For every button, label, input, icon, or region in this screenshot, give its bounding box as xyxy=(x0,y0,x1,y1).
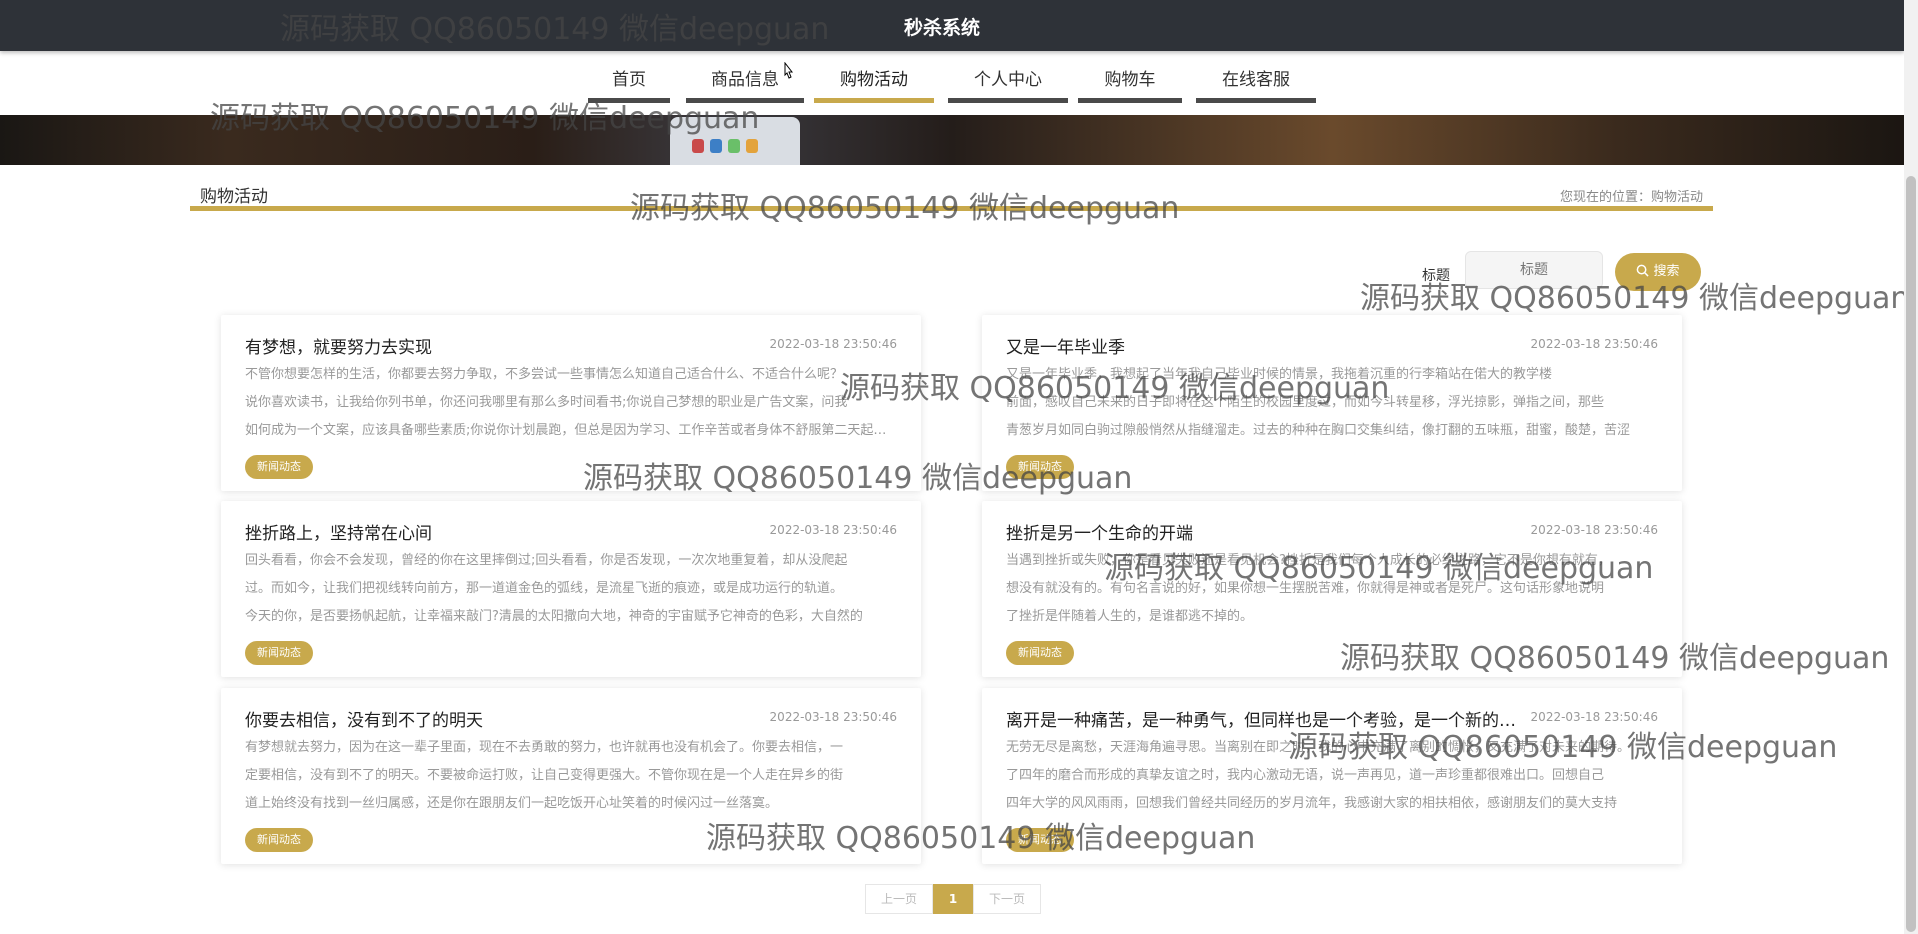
search-button-label: 搜索 xyxy=(1653,264,1680,279)
page-number-current[interactable]: 1 xyxy=(933,884,973,914)
news-title[interactable]: 你要去相信，没有到不了的明天 xyxy=(245,706,765,731)
prev-page-button[interactable]: 上一页 xyxy=(865,884,933,914)
nav-item-profile[interactable]: 个人中心 xyxy=(948,60,1068,103)
news-excerpt: 无劳无尽是离愁，天涯海角遍寻思。当离别在即之时，我的心中充满了离别的惆怅，又充满… xyxy=(1006,740,1631,811)
news-card[interactable]: 挫折是另一个生命的开端 2022-03-18 23:50:46 当遇到挫折或失败… xyxy=(982,501,1682,677)
news-title[interactable]: 有梦想，就要努力去实现 xyxy=(245,333,765,358)
news-tag[interactable]: 新闻动态 xyxy=(245,455,313,479)
search-button[interactable]: 搜索 xyxy=(1615,253,1701,291)
news-date: 2022-03-18 23:50:46 xyxy=(769,523,897,537)
section-title: 购物活动 xyxy=(200,187,268,207)
news-date: 2022-03-18 23:50:46 xyxy=(1530,337,1658,351)
news-title[interactable]: 又是一年毕业季 xyxy=(1006,333,1526,358)
news-tag[interactable]: 新闻动态 xyxy=(245,641,313,665)
main-nav: 首页 商品信息 购物活动 个人中心 购物车 在线客服 xyxy=(0,60,1904,107)
news-card[interactable]: 挫折路上，坚持常在心间 2022-03-18 23:50:46 回头看看，你会不… xyxy=(221,501,921,677)
news-card[interactable]: 又是一年毕业季 2022-03-18 23:50:46 又是一年毕业季，我想起了… xyxy=(982,315,1682,491)
news-tag[interactable]: 新闻动态 xyxy=(245,828,313,852)
news-excerpt: 有梦想就去努力，因为在这一辈子里面，现在不去勇敢的努力，也许就再也没有机会了。你… xyxy=(245,740,844,811)
news-card[interactable]: 你要去相信，没有到不了的明天 2022-03-18 23:50:46 有梦想就去… xyxy=(221,688,921,864)
news-title[interactable]: 挫折路上，坚持常在心间 xyxy=(245,519,765,544)
search-label: 标题 xyxy=(1422,268,1450,284)
breadcrumb: 您现在的位置：购物活动 xyxy=(1559,190,1703,205)
nav-item-cart[interactable]: 购物车 xyxy=(1078,60,1182,103)
news-date: 2022-03-18 23:50:46 xyxy=(769,710,897,724)
news-excerpt: 不管你想要怎样的生活，你都要去努力争取，不多尝试一些事情怎么知道自己适合什么、不… xyxy=(245,367,897,438)
banner-device-image xyxy=(670,117,800,165)
watermark: 源码获取 QQ86050149 微信deepguan xyxy=(630,191,1180,226)
search-input[interactable] xyxy=(1465,251,1603,289)
news-excerpt: 当遇到挫折或失败，你是看见失败还是看见机会?挫折是我们每个人成长的必经之路，它不… xyxy=(1006,553,1611,624)
news-tag[interactable]: 新闻动态 xyxy=(1006,641,1074,665)
next-page-button[interactable]: 下一页 xyxy=(973,884,1041,914)
news-title[interactable]: 离开是一种痛苦，是一种勇气，但同样也是一个考验，是一个新的开始 xyxy=(1006,706,1526,731)
site-title: 秒杀系统 xyxy=(903,17,980,39)
news-excerpt: 又是一年毕业季，我想起了当年我自己毕业时候的情景，我拖着沉重的行李箱站在偌大的教… xyxy=(1006,367,1631,438)
nav-item-home[interactable]: 首页 xyxy=(588,60,670,103)
section-divider xyxy=(190,206,1713,211)
nav-item-customer-service[interactable]: 在线客服 xyxy=(1196,60,1316,103)
news-card[interactable]: 有梦想，就要努力去实现 2022-03-18 23:50:46 不管你想要怎样的… xyxy=(221,315,921,491)
hero-banner xyxy=(0,115,1904,165)
news-excerpt: 回头看看，你会不会发现，曾经的你在这里摔倒过;回头看看，你是否发现，一次次地重复… xyxy=(245,553,863,624)
mouse-cursor-icon xyxy=(784,62,794,79)
nav-item-shopping-activity[interactable]: 购物活动 xyxy=(814,60,934,103)
news-card[interactable]: 离开是一种痛苦，是一种勇气，但同样也是一个考验，是一个新的开始 2022-03-… xyxy=(982,688,1682,864)
scrollbar-thumb[interactable] xyxy=(1906,176,1916,932)
news-date: 2022-03-18 23:50:46 xyxy=(1530,710,1658,724)
news-tag[interactable]: 新闻动态 xyxy=(1006,455,1074,479)
news-tag[interactable]: 新闻动态 xyxy=(1006,828,1074,852)
search-icon xyxy=(1637,264,1650,277)
news-date: 2022-03-18 23:50:46 xyxy=(769,337,897,351)
news-date: 2022-03-18 23:50:46 xyxy=(1530,523,1658,537)
pagination: 上一页 1 下一页 xyxy=(865,884,1041,914)
news-title[interactable]: 挫折是另一个生命的开端 xyxy=(1006,519,1526,544)
top-bar: 秒杀系统 xyxy=(0,0,1904,51)
